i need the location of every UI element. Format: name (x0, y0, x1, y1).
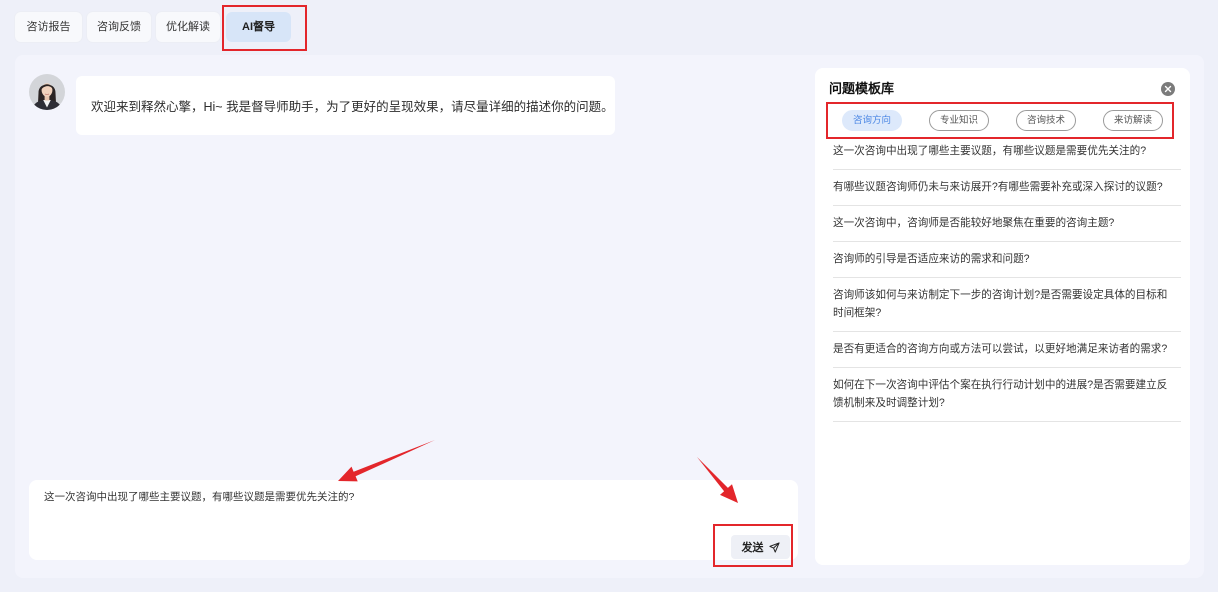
tab-consult-technique[interactable]: 咨询技术 (1016, 110, 1076, 131)
question-template-item[interactable]: 咨询师该如何与来访制定下一步的咨询计划?是否需要设定具体的目标和时间框架? (833, 278, 1181, 332)
message-composer: 这一次咨询中出现了哪些主要议题，有哪些议题是需要优先关注的? 发送 (29, 480, 798, 560)
question-template-item[interactable]: 是否有更适合的咨询方向或方法可以尝试，以更好地满足来访者的需求? (833, 332, 1181, 368)
tab-consult-feedback[interactable]: 咨询反馈 (87, 12, 151, 42)
question-template-panel: 问题模板库 咨询方向 专业知识 咨询技术 来访解读 这一次咨询中出现了哪些主要议… (815, 68, 1190, 565)
question-list: 这一次咨询中出现了哪些主要议题，有哪些议题是需要优先关注的? 有哪些议题咨询师仍… (833, 134, 1181, 422)
tab-consult-direction[interactable]: 咨询方向 (842, 110, 902, 131)
tab-optimization-interpretation[interactable]: 优化解读 (156, 12, 220, 42)
assistant-message-bubble: 欢迎来到释然心擎，Hi~ 我是督导师助手，为了更好的呈现效果，请尽量详细的描述你… (76, 76, 615, 135)
question-template-item[interactable]: 如何在下一次咨询中评估个案在执行行动计划中的进展?是否需要建立反馈机制来及时调整… (833, 368, 1181, 422)
send-button[interactable]: 发送 (731, 535, 790, 559)
question-template-item[interactable]: 这一次咨询中，咨询师是否能较好地聚焦在重要的咨询主题? (833, 206, 1181, 242)
question-template-item[interactable]: 咨询师的引导是否适应来访的需求和问题? (833, 242, 1181, 278)
assistant-message-text: 欢迎来到释然心擎，Hi~ 我是督导师助手，为了更好的呈现效果，请尽量详细的描述你… (91, 100, 614, 114)
question-template-item[interactable]: 这一次咨询中出现了哪些主要议题，有哪些议题是需要优先关注的? (833, 134, 1181, 170)
paper-plane-icon (768, 541, 780, 553)
message-input[interactable]: 这一次咨询中出现了哪些主要议题，有哪些议题是需要优先关注的? (44, 489, 714, 529)
panel-title: 问题模板库 (829, 81, 895, 96)
send-button-label: 发送 (741, 542, 764, 554)
tab-professional-knowledge[interactable]: 专业知识 (929, 110, 989, 131)
close-icon[interactable] (1161, 82, 1175, 96)
tab-client-interpretation[interactable]: 来访解读 (1103, 110, 1163, 131)
avatar-portrait (29, 74, 65, 110)
tab-consult-report[interactable]: 咨访报告 (15, 12, 82, 42)
tab-ai-supervision[interactable]: AI督导 (226, 12, 291, 42)
assistant-avatar (29, 74, 65, 110)
question-template-item[interactable]: 有哪些议题咨询师仍未与来访展开?有哪些需要补充或深入探讨的议题? (833, 170, 1181, 206)
